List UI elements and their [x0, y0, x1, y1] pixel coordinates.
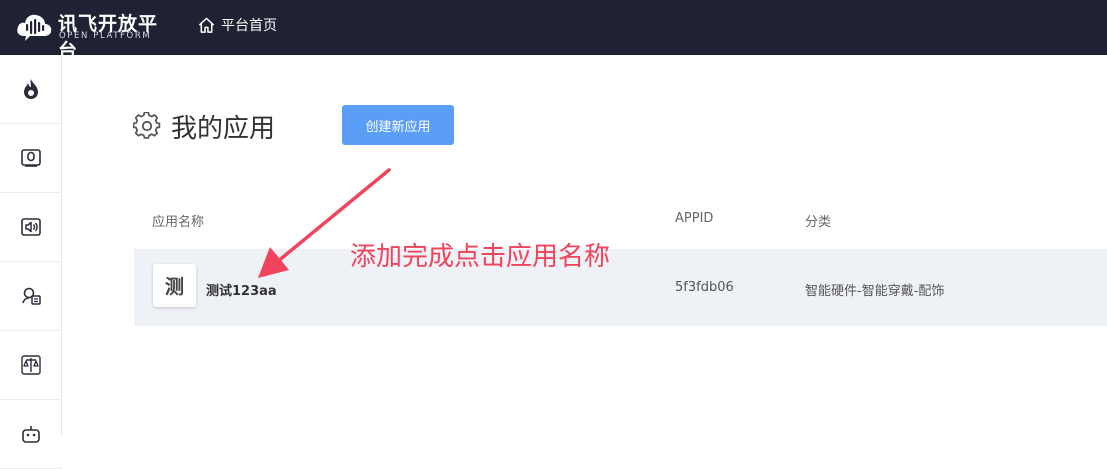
annotation-text: 添加完成点击应用名称 [350, 242, 611, 272]
annotation-arrow [258, 168, 391, 278]
